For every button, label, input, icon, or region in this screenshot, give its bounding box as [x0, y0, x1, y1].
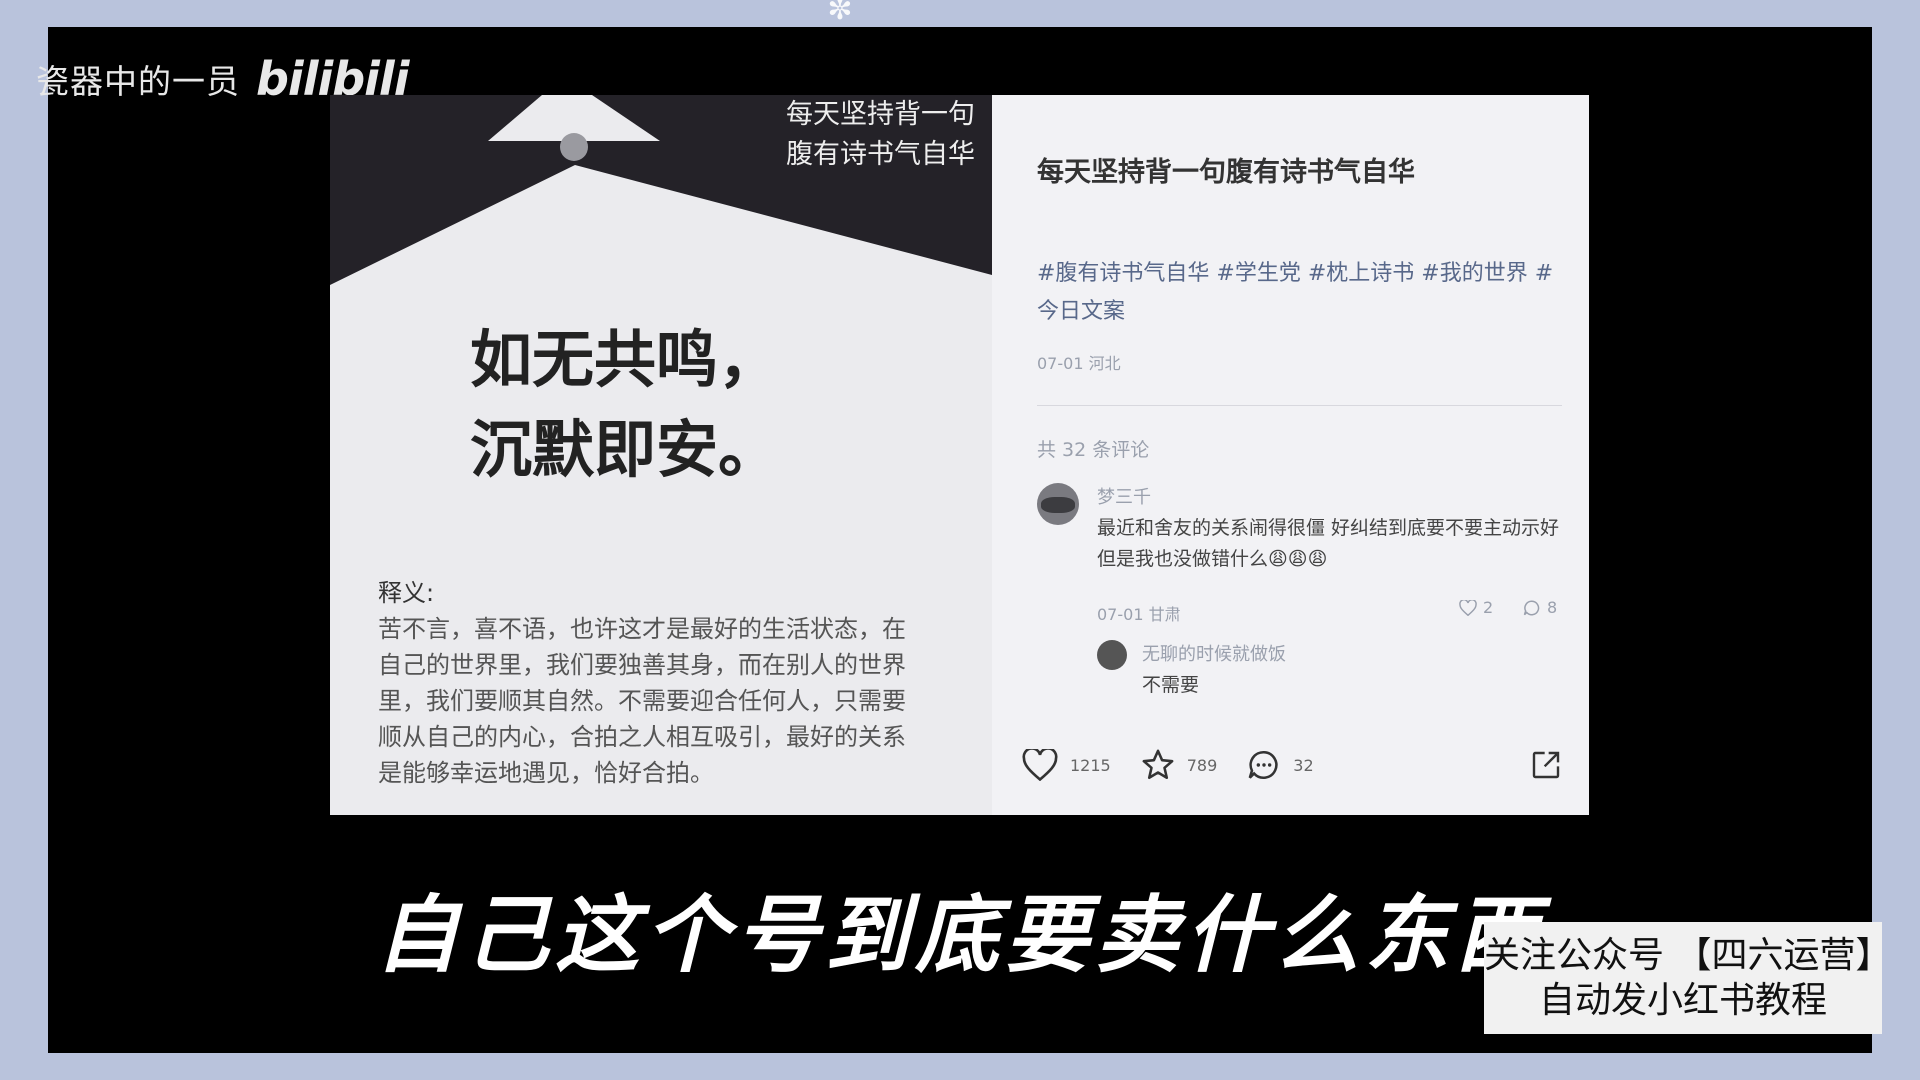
reply-username[interactable]: 无聊的时候就做饭: [1142, 640, 1286, 666]
comment-meta: 07-01 甘肃: [1097, 605, 1181, 624]
note-title: 每天坚持背一句腹有诗书气自华: [1037, 157, 1415, 188]
comments-count: 共 32 条评论: [1037, 439, 1150, 461]
poster-motto: 每天坚持背一句 腹有诗书气自华: [786, 99, 975, 170]
action-bar: 1215 789 32: [1022, 745, 1562, 785]
poster-image: 每天坚持背一句 腹有诗书气自华 如无共鸣， 沉默即安。 释义: 苦不言，喜不语，…: [330, 95, 992, 815]
comment-bubble-icon: [1523, 600, 1540, 615]
avatar[interactable]: [1097, 640, 1127, 670]
promo-box: 关注公众号 【四六运营】 自动发小红书教程: [1484, 922, 1892, 1034]
note-detail-panel: 每天坚持背一句腹有诗书气自华 #腹有诗书气自华 #学生党 #枕上诗书 #我的世界…: [992, 95, 1589, 815]
snowflake-decoration: ✼: [827, 0, 853, 27]
share-icon: [1532, 751, 1560, 779]
comment-reply-button[interactable]: 8: [1523, 598, 1557, 617]
collect-button[interactable]: 789: [1141, 748, 1217, 782]
heart-icon: [1022, 749, 1058, 781]
note-tags[interactable]: #腹有诗书气自华 #学生党 #枕上诗书 #我的世界 #今日文案: [1037, 255, 1572, 331]
scroll-fade: [992, 715, 1589, 731]
heart-icon: [1459, 599, 1477, 616]
promo-line-2: 自动发小红书教程: [1538, 980, 1827, 1021]
xiaohongshu-post-screenshot: 每天坚持背一句 腹有诗书气自华 如无共鸣， 沉默即安。 释义: 苦不言，喜不语，…: [330, 95, 1589, 815]
reply-text: 不需要: [1142, 674, 1200, 696]
comment-username[interactable]: 梦三千: [1097, 483, 1151, 509]
avatar[interactable]: [1037, 483, 1079, 525]
comment-button[interactable]: 32: [1247, 748, 1314, 782]
comment-like-button[interactable]: 2: [1459, 598, 1493, 617]
star-icon: [1142, 749, 1174, 780]
uploader-name: 瓷器中的一员: [36, 62, 240, 101]
poster-quote: 如无共鸣， 沉默即安。: [470, 323, 781, 486]
share-button[interactable]: [1530, 749, 1562, 785]
poster-explanation: 释义: 苦不言，喜不语，也许这才是最好的生活状态，在 自己的世界里，我们要独善其…: [378, 579, 906, 787]
divider: [1037, 405, 1562, 406]
comment-bubble-icon: [1248, 750, 1278, 779]
promo-line-1: 关注公众号 【四六运营】: [1484, 935, 1892, 976]
like-button[interactable]: 1215: [1022, 749, 1111, 781]
comment-text: 最近和舍友的关系闹得很僵 好纠结到底要不要主动示好 但是我也没做错什么😩😩😩: [1097, 517, 1560, 570]
note-date-location: 07-01 河北: [1037, 354, 1121, 373]
